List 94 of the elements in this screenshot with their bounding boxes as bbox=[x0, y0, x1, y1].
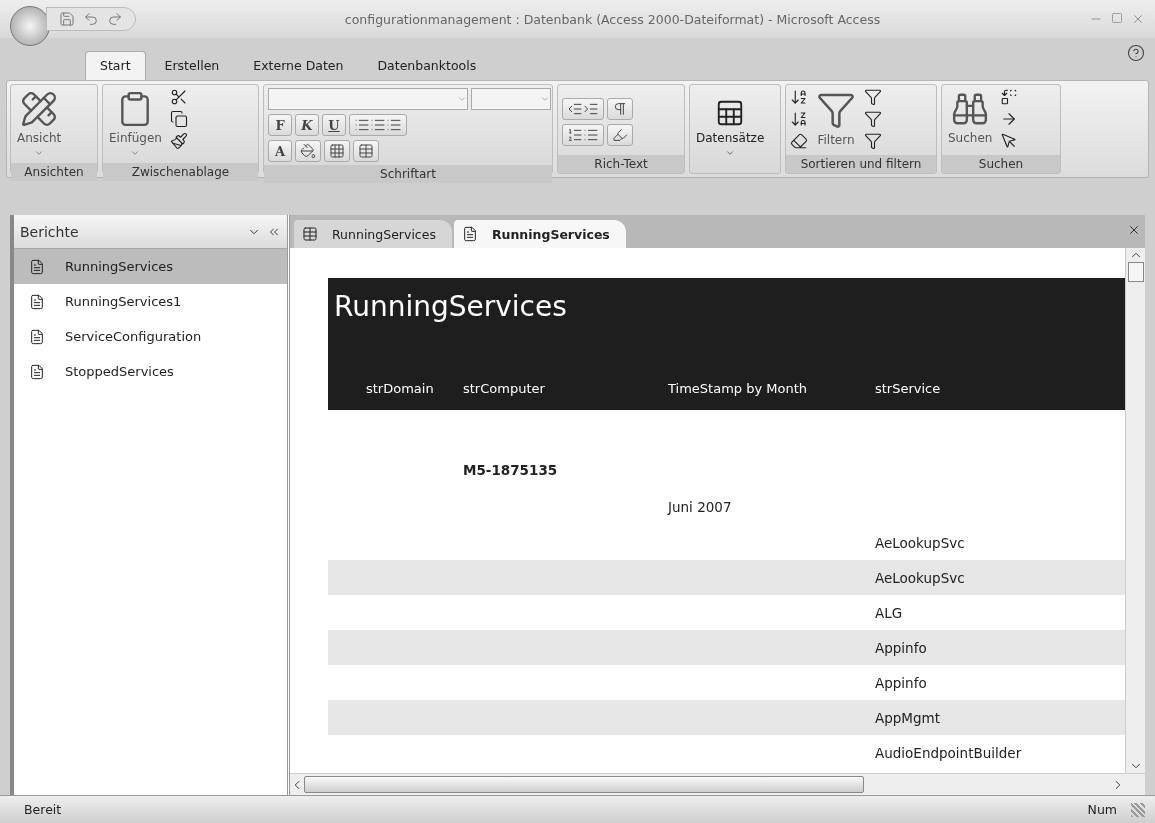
pilcrow-icon[interactable] bbox=[612, 101, 628, 117]
pointer-icon[interactable] bbox=[1000, 132, 1019, 150]
close-icon[interactable] bbox=[1127, 223, 1141, 237]
nav-item[interactable]: RunningServices1 bbox=[14, 284, 287, 319]
paragraph-button[interactable] bbox=[607, 98, 633, 120]
service-cell-text: AudioEndpointBuilder bbox=[875, 744, 1023, 761]
service-cell-text: AeLookupSvc bbox=[875, 569, 966, 586]
redo-icon[interactable] bbox=[107, 11, 123, 27]
column-header: TimeStamp by Month bbox=[668, 380, 808, 396]
paint-bucket-icon[interactable] bbox=[300, 143, 316, 159]
service-cell-text: Appinfo bbox=[875, 674, 928, 691]
service-cell-text: Appinfo bbox=[875, 639, 928, 656]
group-label: Rich-Text bbox=[558, 155, 684, 173]
scroll-thumb[interactable] bbox=[304, 776, 864, 793]
save-icon[interactable] bbox=[59, 11, 75, 27]
align-center-icon[interactable] bbox=[370, 117, 386, 133]
nav-item[interactable]: RunningServices bbox=[14, 249, 287, 284]
replace-icon[interactable] bbox=[1000, 88, 1019, 106]
view-button[interactable]: Ansicht bbox=[15, 88, 64, 160]
ribbon-tab[interactable]: Externe Daten bbox=[238, 51, 359, 80]
caret-icon[interactable] bbox=[725, 148, 736, 158]
status-text: Bereit bbox=[24, 802, 63, 817]
align-buttons[interactable] bbox=[349, 114, 407, 136]
funnel-icon[interactable] bbox=[864, 132, 882, 150]
copy-icon[interactable] bbox=[169, 110, 188, 128]
undo-icon[interactable] bbox=[83, 11, 99, 27]
paste-button[interactable]: Einfügen bbox=[107, 88, 164, 160]
ribbon-tab[interactable]: Start bbox=[85, 51, 146, 80]
report-icon[interactable] bbox=[29, 328, 45, 345]
alternate-color-button[interactable] bbox=[353, 140, 379, 162]
list-buttons[interactable] bbox=[562, 124, 604, 146]
column-header: strDomain bbox=[366, 380, 435, 396]
numbered-list-icon[interactable] bbox=[567, 127, 583, 143]
document-tab[interactable]: RunningServices bbox=[453, 220, 626, 248]
group-label: Ansichten bbox=[11, 163, 97, 181]
nav-item[interactable]: ServiceConfiguration bbox=[14, 319, 287, 354]
highlighter-icon[interactable] bbox=[612, 127, 628, 143]
bullet-list-icon[interactable] bbox=[583, 127, 599, 143]
font-size-field[interactable] bbox=[471, 88, 551, 110]
indent-icon[interactable] bbox=[583, 101, 599, 117]
outdent-icon[interactable] bbox=[567, 101, 583, 117]
window-title: configurationmanagement : Datenbank (Access 2000-Dateiformat) - Microsoft Access bbox=[343, 11, 882, 27]
grid-icon[interactable] bbox=[329, 143, 345, 159]
nav-pane-title[interactable]: Berichte bbox=[20, 223, 241, 240]
gridlines-button[interactable] bbox=[324, 140, 350, 162]
help-icon[interactable] bbox=[1127, 44, 1145, 62]
brush-icon[interactable] bbox=[169, 132, 188, 150]
funnel-icon[interactable] bbox=[864, 110, 882, 128]
italic-button[interactable]: K bbox=[295, 114, 319, 136]
vertical-scrollbar[interactable] bbox=[1125, 248, 1145, 773]
ribbon-tab[interactable]: Datenbanktools bbox=[362, 51, 492, 80]
group-label: Zwischenablage bbox=[103, 163, 258, 181]
ruler-pencil-icon[interactable] bbox=[20, 90, 59, 128]
nav-item[interactable]: StoppedServices bbox=[14, 354, 287, 389]
service-cell-text: ALG bbox=[875, 604, 904, 621]
ribbon-tab[interactable]: Erstellen bbox=[149, 51, 235, 80]
clear-sort-icon[interactable] bbox=[790, 132, 808, 150]
report-icon[interactable] bbox=[29, 258, 45, 275]
column-header: strComputer bbox=[463, 380, 546, 396]
sort-descending-icon[interactable] bbox=[790, 110, 808, 128]
indent-buttons[interactable] bbox=[562, 98, 604, 120]
report-icon[interactable] bbox=[29, 293, 45, 310]
computer-name: M5-1875135 bbox=[463, 462, 559, 478]
scroll-thumb[interactable] bbox=[1127, 262, 1144, 282]
horizontal-scrollbar[interactable] bbox=[290, 773, 1145, 795]
sort-ascending-icon[interactable] bbox=[790, 88, 808, 106]
align-right-icon[interactable] bbox=[386, 117, 402, 133]
table-icon[interactable] bbox=[302, 226, 318, 242]
report-title: RunningServices bbox=[333, 290, 568, 323]
font-name-field[interactable] bbox=[268, 88, 468, 110]
align-left-icon[interactable] bbox=[354, 117, 370, 133]
bold-button[interactable]: F bbox=[268, 114, 292, 136]
column-header: strService bbox=[875, 380, 942, 396]
records-button[interactable]: Datensätze bbox=[694, 96, 767, 160]
office-button[interactable] bbox=[10, 6, 50, 46]
month-label: Juni 2007 bbox=[668, 498, 733, 515]
highlight-button[interactable] bbox=[607, 124, 633, 146]
group-label: Sortieren und filtern bbox=[786, 155, 936, 173]
service-cell-text: AeLookupSvc bbox=[875, 534, 966, 551]
filter-button[interactable]: Filtern bbox=[814, 88, 858, 149]
funnel-icon[interactable] bbox=[864, 88, 882, 106]
find-button[interactable]: Suchen bbox=[946, 88, 995, 147]
underline-button[interactable]: U bbox=[322, 114, 346, 136]
num-lock-indicator: Num bbox=[1087, 802, 1117, 817]
group-label: Suchen bbox=[942, 155, 1060, 173]
group-label: Schriftart bbox=[264, 165, 552, 183]
fill-color-button[interactable] bbox=[295, 140, 321, 162]
font-color-button[interactable]: A bbox=[268, 140, 292, 162]
cut-icon[interactable] bbox=[169, 88, 188, 106]
document-tab[interactable]: RunningServices bbox=[294, 220, 452, 248]
report-icon[interactable] bbox=[461, 226, 478, 242]
resize-grip[interactable] bbox=[1131, 802, 1145, 817]
report-icon[interactable] bbox=[29, 363, 45, 380]
service-cell-text: AppMgmt bbox=[875, 709, 942, 726]
